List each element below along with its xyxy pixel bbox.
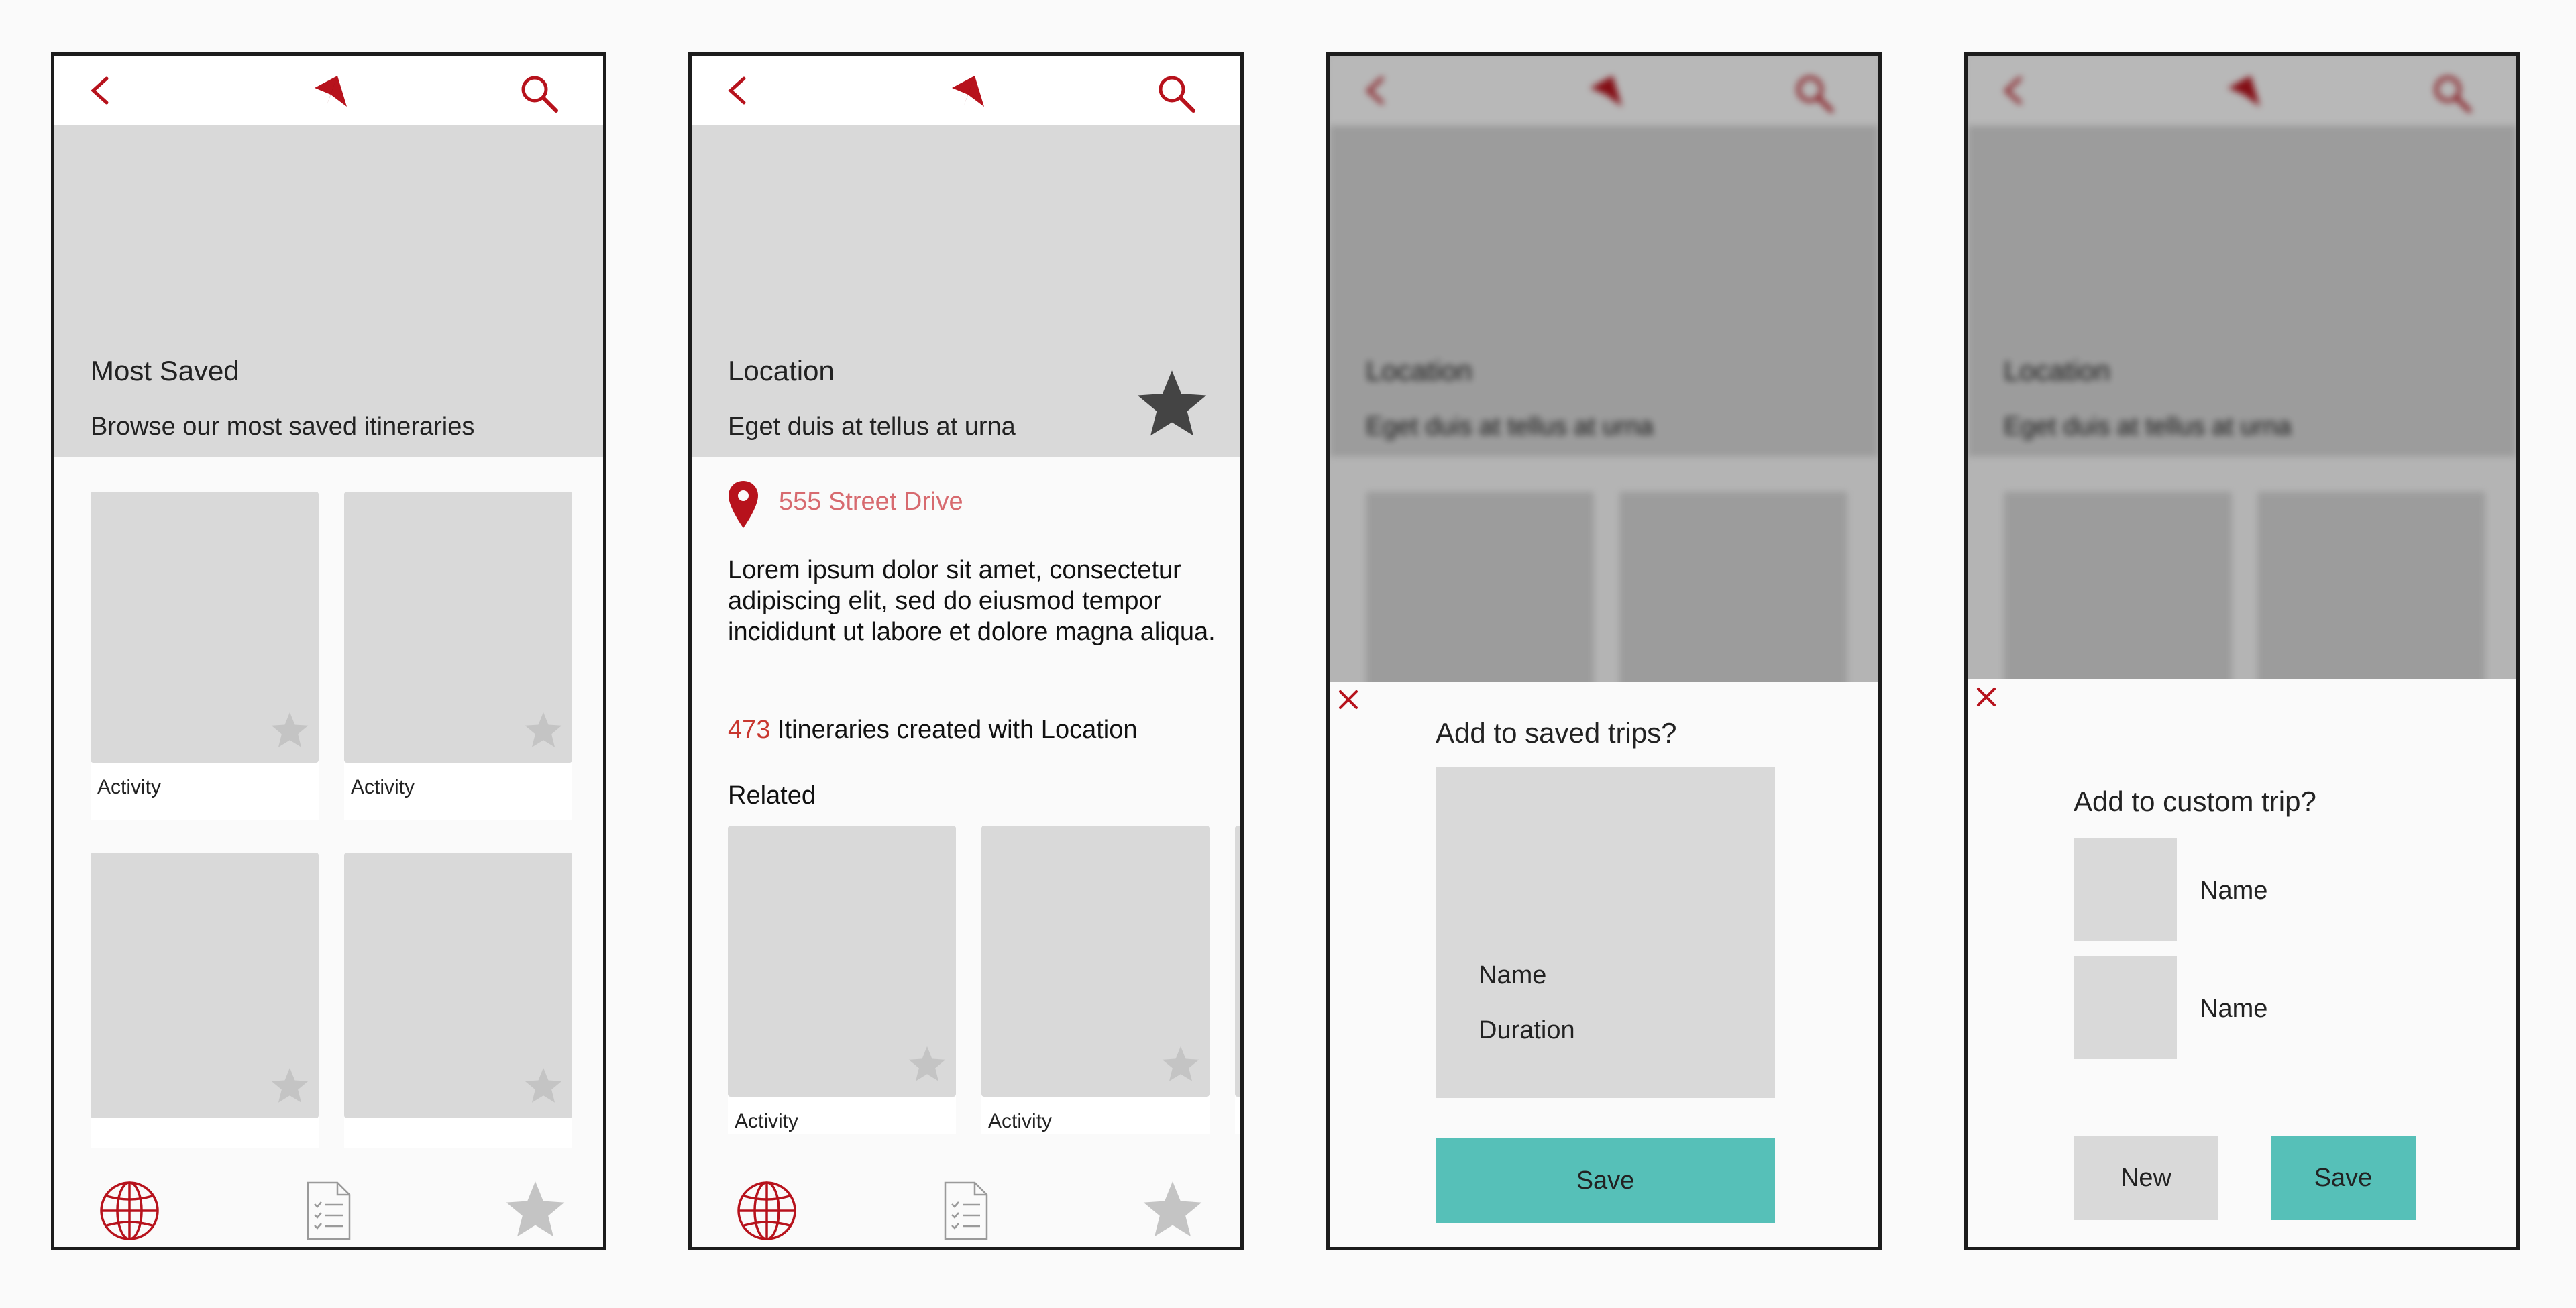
hero-subtitle: Browse our most saved itineraries xyxy=(91,413,475,441)
star-icon[interactable] xyxy=(1160,1044,1201,1085)
trip-thumbnail[interactable] xyxy=(2074,956,2177,1059)
activity-label: Activity xyxy=(735,1110,799,1132)
hero-title: Most Saved xyxy=(91,355,239,386)
activity-thumbnail xyxy=(728,826,956,1097)
activity-thumbnail xyxy=(344,492,572,763)
trip-thumbnail[interactable] xyxy=(2074,838,2177,941)
bottom-nav xyxy=(692,1156,1240,1247)
save-button[interactable]: Save xyxy=(2271,1136,2416,1220)
activity-thumbnail xyxy=(1235,826,1240,1097)
star-icon[interactable] xyxy=(269,1066,311,1106)
close-icon[interactable] xyxy=(1335,686,1362,713)
trip-preview-card: Name Duration xyxy=(1436,767,1775,1098)
search-icon[interactable] xyxy=(517,72,560,115)
hero-banner: Location Eget duis at tellus at urna xyxy=(692,125,1240,457)
activity-thumbnail xyxy=(91,853,319,1118)
location-description: Lorem ipsum dolor sit amet, consectetur … xyxy=(728,556,1216,646)
hero-banner: Most Saved Browse our most saved itinera… xyxy=(54,125,603,457)
location-pin-icon xyxy=(729,481,758,528)
itineraries-text: Itineraries created with Location xyxy=(777,716,1138,744)
activity-card[interactable]: Activity xyxy=(344,492,572,820)
globe-icon[interactable] xyxy=(736,1180,798,1242)
screen-location-detail: Location Eget duis at tellus at urna 555… xyxy=(688,52,1244,1250)
star-icon[interactable] xyxy=(1133,367,1211,442)
related-activity-card[interactable]: Activity xyxy=(728,826,956,1134)
save-dialog: Add to saved trips? Name Duration Save xyxy=(1330,682,1878,1247)
paper-plane-logo-icon[interactable] xyxy=(311,72,351,112)
checklist-icon[interactable] xyxy=(943,1180,989,1242)
activity-label: A xyxy=(1242,1110,1244,1133)
star-icon[interactable] xyxy=(523,1066,564,1106)
trip-duration: Duration xyxy=(1479,1016,1575,1044)
save-button[interactable]: Save xyxy=(1436,1138,1775,1223)
activity-label: Activity xyxy=(988,1110,1053,1132)
trip-name[interactable]: Name xyxy=(2200,995,2267,1024)
activity-card[interactable] xyxy=(344,853,572,1148)
hero-title: Location xyxy=(728,355,835,386)
star-icon[interactable] xyxy=(906,1044,948,1085)
itineraries-count-line: 473 Itineraries created with Location xyxy=(728,716,1137,745)
screen-add-to-custom-trip: Location Eget duis at tellus at urna Add… xyxy=(1964,52,2520,1250)
screen-add-to-saved-trips: Location Eget duis at tellus at urna Add… xyxy=(1326,52,1882,1250)
top-bar xyxy=(692,56,1240,125)
itineraries-count[interactable]: 473 xyxy=(728,716,770,744)
dialog-title: Add to saved trips? xyxy=(1436,717,1677,749)
star-icon[interactable] xyxy=(1140,1179,1205,1242)
star-icon[interactable] xyxy=(502,1179,568,1242)
trip-name[interactable]: Name xyxy=(2200,877,2267,906)
back-chevron-icon[interactable] xyxy=(724,74,751,107)
related-heading: Related xyxy=(728,781,816,810)
activity-label: Activity xyxy=(351,776,415,798)
custom-trip-dialog: Add to custom trip? Name Name New Save xyxy=(1968,679,2516,1247)
new-trip-button[interactable]: New xyxy=(2074,1136,2218,1220)
star-icon[interactable] xyxy=(523,710,564,751)
search-icon[interactable] xyxy=(1155,72,1197,115)
activity-label: Activity xyxy=(97,776,162,798)
address-link[interactable]: 555 Street Drive xyxy=(779,488,963,516)
dialog-title: Add to custom trip? xyxy=(2074,785,2316,817)
back-chevron-icon[interactable] xyxy=(87,74,113,107)
activity-thumbnail xyxy=(981,826,1210,1097)
bottom-nav xyxy=(54,1156,603,1247)
paper-plane-logo-icon[interactable] xyxy=(948,72,988,112)
screen-most-saved: Most Saved Browse our most saved itinera… xyxy=(51,52,606,1250)
activity-card[interactable]: Activity xyxy=(91,492,319,820)
close-icon[interactable] xyxy=(1973,684,2000,710)
star-icon[interactable] xyxy=(269,710,311,751)
checklist-icon[interactable] xyxy=(305,1180,352,1242)
trip-name: Name xyxy=(1479,961,1547,989)
top-bar xyxy=(54,56,603,125)
activity-card[interactable] xyxy=(91,853,319,1148)
related-activity-card[interactable]: Activity xyxy=(981,826,1210,1134)
related-activity-card[interactable]: A xyxy=(1235,826,1244,1134)
globe-icon[interactable] xyxy=(99,1180,160,1242)
activity-thumbnail xyxy=(344,853,572,1118)
activity-thumbnail xyxy=(91,492,319,763)
hero-subtitle: Eget duis at tellus at urna xyxy=(728,413,1016,441)
